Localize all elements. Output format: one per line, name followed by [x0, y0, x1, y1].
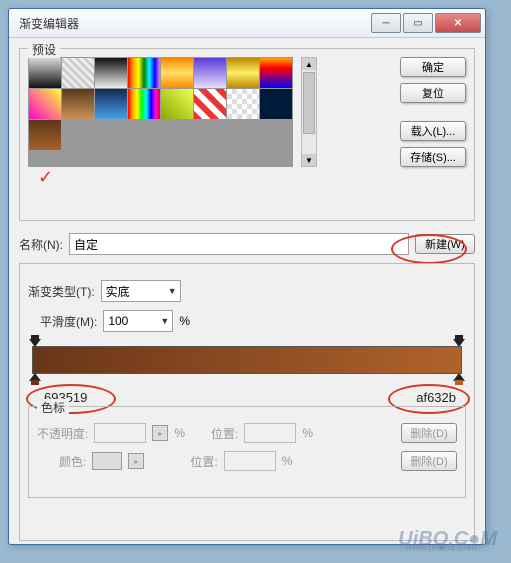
ok-button[interactable]: 确定: [400, 57, 466, 77]
delete-opacity-button: 删除(D): [401, 423, 457, 443]
new-button[interactable]: 新建(W): [415, 234, 475, 254]
gradient-fieldset: 渐变类型(T): 实底 平滑度(M): 100 % 693519 af632b …: [19, 263, 475, 541]
preset-swatch[interactable]: [29, 89, 61, 119]
color-label: 颜色:: [59, 453, 86, 470]
preset-swatch[interactable]: [227, 58, 259, 88]
opacity-stop-left[interactable]: [29, 335, 41, 347]
dialog-body: 预设 ▲ ▼ 确定 复位 载入(L)... 存储(S)...: [9, 38, 485, 563]
scroll-thumb[interactable]: [303, 72, 315, 134]
smooth-label: 平滑度(M):: [40, 313, 97, 330]
preset-swatch[interactable]: [161, 89, 193, 119]
color-stop-left[interactable]: [29, 373, 41, 385]
preset-swatch[interactable]: [95, 58, 127, 88]
position-field-2: [224, 451, 276, 471]
maximize-button[interactable]: ▭: [403, 13, 433, 33]
selected-check-icon: ✓: [38, 167, 53, 188]
stops-fieldset: 色标 不透明度: ▸ % 位置: % 删除(D) 颜色: ▸ 位置:: [28, 406, 466, 498]
titlebar[interactable]: 渐变编辑器 ─ ▭ ✕: [9, 9, 485, 38]
hex-right: af632b: [416, 390, 456, 405]
preset-swatch[interactable]: [260, 58, 292, 88]
color-box: [92, 452, 122, 470]
opacity-stop-right[interactable]: [453, 335, 465, 347]
gtype-select[interactable]: 实底: [101, 280, 181, 302]
position-label-1: 位置:: [211, 425, 238, 442]
gtype-label: 渐变类型(T):: [28, 283, 95, 300]
preset-swatch[interactable]: [194, 58, 226, 88]
preset-swatch[interactable]: [161, 58, 193, 88]
preset-legend: 预设: [28, 41, 60, 58]
scroll-up-icon[interactable]: ▲: [302, 58, 316, 70]
position-field-1: [244, 423, 296, 443]
preset-swatch[interactable]: [95, 89, 127, 119]
stops-legend: 色标: [37, 399, 69, 416]
pct-label: %: [179, 314, 190, 328]
window-title: 渐变编辑器: [19, 15, 369, 32]
save-button[interactable]: 存储(S)...: [400, 147, 466, 167]
chevron-right-icon: ▸: [152, 425, 168, 441]
preset-scrollbar[interactable]: ▲ ▼: [301, 57, 317, 167]
opacity-field: [94, 423, 146, 443]
preset-fieldset: 预设 ▲ ▼ 确定 复位 载入(L)... 存储(S)...: [19, 48, 475, 221]
preset-swatch[interactable]: [128, 58, 160, 88]
opacity-label: 不透明度:: [37, 425, 88, 442]
preset-swatch[interactable]: [62, 89, 94, 119]
name-input[interactable]: [69, 233, 409, 255]
preset-swatch[interactable]: [62, 58, 94, 88]
reset-button[interactable]: 复位: [400, 83, 466, 103]
close-button[interactable]: ✕: [435, 13, 481, 33]
preset-swatch[interactable]: [194, 89, 226, 119]
position-label-2: 位置:: [190, 453, 217, 470]
load-button[interactable]: 载入(L)...: [400, 121, 466, 141]
color-stop-right[interactable]: [453, 373, 465, 385]
small-watermark: www.psanz.com: [405, 542, 477, 553]
smooth-select[interactable]: 100: [103, 310, 173, 332]
name-label: 名称(N):: [19, 236, 63, 253]
preset-swatch[interactable]: [260, 89, 292, 119]
chevron-right-icon-2: ▸: [128, 453, 144, 469]
gradient-bar[interactable]: [32, 346, 462, 374]
preset-swatch[interactable]: [128, 89, 160, 119]
minimize-button[interactable]: ─: [371, 13, 401, 33]
scroll-down-icon[interactable]: ▼: [302, 154, 316, 166]
preset-swatch[interactable]: [227, 89, 259, 119]
name-row: 名称(N): 新建(W): [19, 233, 475, 255]
preset-swatch[interactable]: [29, 58, 61, 88]
preset-swatch[interactable]: [29, 120, 61, 150]
preset-swatches[interactable]: [28, 57, 293, 167]
gradient-editor-window: 渐变编辑器 ─ ▭ ✕ 预设 ▲ ▼ 确定 复位: [8, 8, 486, 545]
delete-color-button: 删除(D): [401, 451, 457, 471]
